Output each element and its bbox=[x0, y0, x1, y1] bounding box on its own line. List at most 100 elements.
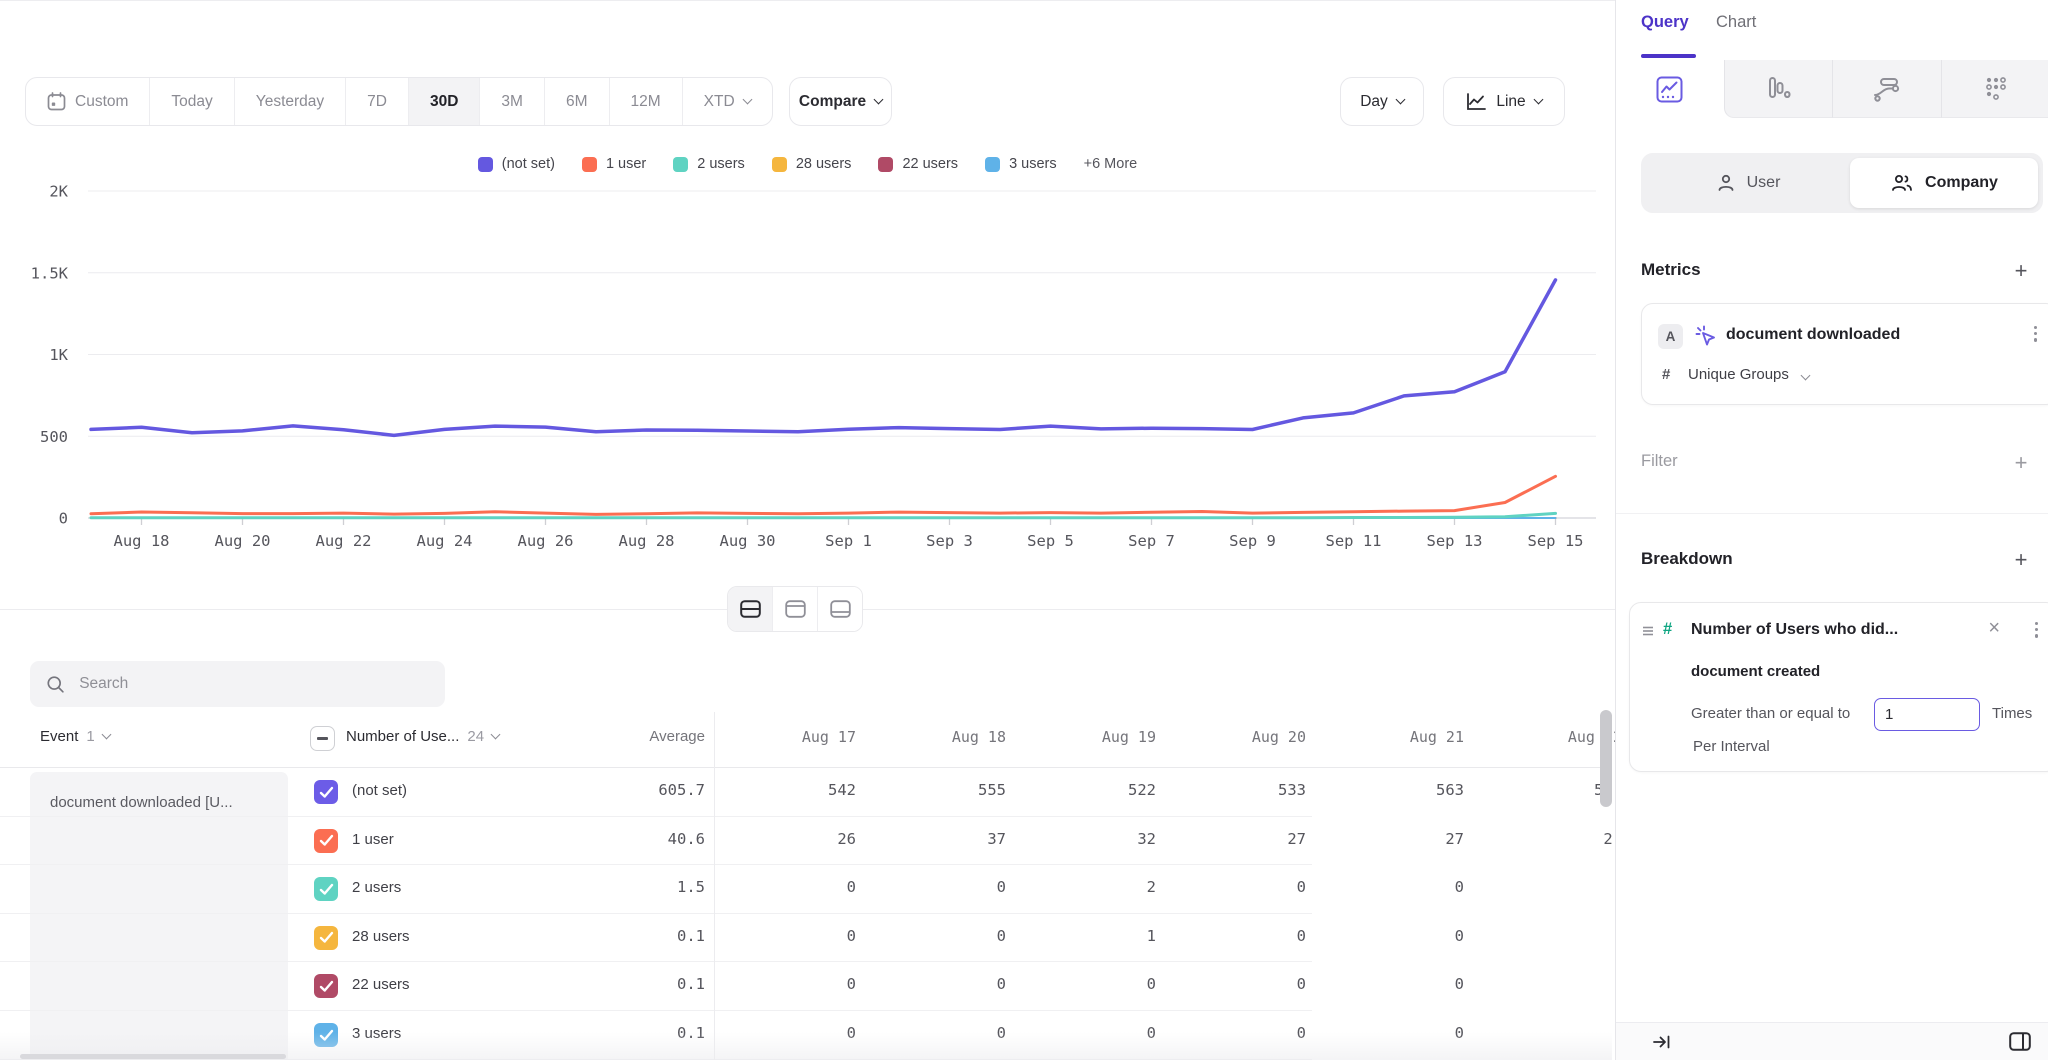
average-cell: 0.1 bbox=[560, 927, 705, 945]
x-axis-label: Sep 1 bbox=[825, 532, 872, 550]
date-range-label: 6M bbox=[566, 93, 588, 111]
event-column-header[interactable]: Event 1 bbox=[40, 728, 110, 745]
close-icon[interactable]: × bbox=[1988, 617, 2000, 640]
drag-handle-icon[interactable] bbox=[1641, 624, 1655, 638]
vertical-scrollbar[interactable] bbox=[1600, 710, 1612, 807]
series-checkbox[interactable] bbox=[314, 877, 338, 901]
x-axis-label: Sep 11 bbox=[1326, 532, 1382, 550]
breakdown-menu-icon[interactable] bbox=[2035, 622, 2038, 638]
breakdown-card[interactable]: # Number of Users who did... × document … bbox=[1629, 602, 2048, 772]
legend-item[interactable]: 2 users bbox=[673, 156, 745, 172]
search-box[interactable] bbox=[30, 661, 445, 707]
legend-label: 2 users bbox=[697, 156, 745, 172]
tab-query[interactable]: Query bbox=[1641, 13, 1689, 32]
number-property-icon: # bbox=[1663, 620, 1672, 639]
value-cell: 522 bbox=[1020, 781, 1156, 799]
average-cell: 0.1 bbox=[560, 975, 705, 993]
column-header-date[interactable]: Aug 17 bbox=[715, 728, 856, 746]
measure-prefix: # bbox=[1662, 366, 1670, 383]
company-label: Company bbox=[1925, 174, 1998, 192]
add-filter-button[interactable]: + bbox=[2008, 450, 2034, 476]
collapse-panel-icon[interactable] bbox=[1652, 1033, 1672, 1051]
line-chart[interactable]: 05001K1.5K2KAug 18Aug 20Aug 22Aug 24Aug … bbox=[0, 180, 1615, 560]
compare-button[interactable]: Compare bbox=[789, 77, 892, 126]
legend-item[interactable]: 22 users bbox=[878, 156, 958, 172]
breakdown-times-input[interactable] bbox=[1874, 698, 1980, 731]
chevron-down-icon bbox=[491, 730, 501, 740]
chart-type-tab-line[interactable] bbox=[1616, 60, 1724, 118]
audience-option-company[interactable]: Company bbox=[1850, 158, 2038, 208]
column-header-date[interactable]: Aug 18 bbox=[870, 728, 1006, 746]
x-axis-label: Aug 28 bbox=[619, 532, 675, 550]
value-cell: 0 bbox=[870, 878, 1006, 896]
date-range-xtd[interactable]: XTD bbox=[682, 78, 772, 125]
breakdown-heading: Breakdown bbox=[1641, 549, 1733, 569]
value-cell: 0 bbox=[715, 927, 856, 945]
legend-swatch bbox=[772, 157, 787, 172]
chart-type-tab-more[interactable] bbox=[1941, 60, 2048, 118]
metric-menu-icon[interactable] bbox=[2034, 326, 2037, 342]
date-range-yesterday[interactable]: Yesterday bbox=[234, 78, 345, 125]
interval-button[interactable]: Day bbox=[1340, 77, 1424, 126]
column-header-date[interactable]: Aug 19 bbox=[1020, 728, 1156, 746]
legend-item[interactable]: 28 users bbox=[772, 156, 852, 172]
query-panel: Query Chart bbox=[1615, 0, 2048, 1060]
add-metric-button[interactable]: + bbox=[2008, 258, 2034, 284]
x-axis-label: Sep 5 bbox=[1027, 532, 1074, 550]
chart-type-tabs bbox=[1616, 60, 2048, 118]
calendar-icon bbox=[47, 92, 66, 111]
series-checkbox[interactable] bbox=[314, 1023, 338, 1047]
series-column-header[interactable]: Number of Use... 24 bbox=[346, 728, 499, 745]
column-header-date[interactable]: Aug 20 bbox=[1170, 728, 1306, 746]
date-range-30d[interactable]: 30D bbox=[408, 78, 479, 125]
tab-chart[interactable]: Chart bbox=[1716, 13, 1756, 32]
app-window: CustomTodayYesterday7D30D3M 6M 12MXTD Comp… bbox=[0, 0, 2048, 1060]
y-axis-label: 1.5K bbox=[31, 264, 69, 282]
value-cell: 0 bbox=[715, 1024, 856, 1042]
date-range-12m[interactable]: 12M bbox=[609, 78, 682, 125]
series-line-1-user[interactable] bbox=[91, 476, 1556, 514]
legend-more[interactable]: +6 More bbox=[1084, 156, 1138, 172]
series-checkbox[interactable] bbox=[314, 829, 338, 853]
value-cell: 26 bbox=[1478, 830, 1612, 848]
date-range-custom[interactable]: Custom bbox=[26, 78, 149, 125]
add-breakdown-button[interactable]: + bbox=[2008, 547, 2034, 573]
audience-toggle: User Company bbox=[1641, 153, 2043, 213]
series-checkbox[interactable] bbox=[314, 926, 338, 950]
column-header-average[interactable]: Average bbox=[560, 728, 705, 745]
date-range-7d[interactable]: 7D bbox=[345, 78, 408, 125]
chart-type-button[interactable]: Line bbox=[1443, 77, 1565, 126]
value-cell: 27 bbox=[1170, 830, 1306, 848]
horizontal-scrollbar[interactable] bbox=[20, 1054, 286, 1059]
legend-item[interactable]: 1 user bbox=[582, 156, 646, 172]
value-cell: 27 bbox=[1320, 830, 1464, 848]
measure-dropdown[interactable]: Unique Groups bbox=[1688, 366, 1809, 383]
series-line--not-set-[interactable] bbox=[91, 280, 1556, 436]
date-range-3m[interactable]: 3M bbox=[479, 78, 544, 125]
date-range-6m[interactable]: 6M bbox=[544, 78, 609, 125]
layout-chart-only-button[interactable] bbox=[772, 587, 817, 631]
interval-label: Day bbox=[1360, 93, 1388, 111]
series-checkbox[interactable] bbox=[314, 974, 338, 998]
chart-type-tab-flow[interactable] bbox=[1832, 60, 1941, 118]
value-cell: 0 bbox=[1170, 927, 1306, 945]
series-checkbox[interactable] bbox=[314, 780, 338, 804]
average-cell: 40.6 bbox=[560, 830, 705, 848]
chart-type-tab-bar[interactable] bbox=[1724, 60, 1833, 118]
select-all-checkbox[interactable] bbox=[310, 726, 335, 751]
layout-table-only-button[interactable] bbox=[817, 587, 862, 631]
date-range-today[interactable]: Today bbox=[149, 78, 233, 125]
value-cell: 0 bbox=[870, 975, 1006, 993]
toggle-right-panel-icon[interactable] bbox=[2009, 1032, 2031, 1051]
layout-split-button[interactable] bbox=[728, 587, 772, 631]
legend-item[interactable]: 3 users bbox=[985, 156, 1057, 172]
section-divider bbox=[1616, 513, 2048, 514]
table-row: 22 users0.1000000 bbox=[0, 962, 1312, 1011]
legend-item[interactable]: (not set) bbox=[478, 156, 555, 172]
audience-option-user[interactable]: User bbox=[1646, 158, 1850, 208]
column-header-date[interactable]: Aug 21 bbox=[1320, 728, 1464, 746]
metric-card[interactable]: A document downloaded # Unique Groups bbox=[1641, 303, 2048, 405]
table-header: Event 1 Number of Use... 24 Average Aug 1… bbox=[0, 712, 1612, 768]
value-cell: 37 bbox=[870, 830, 1006, 848]
search-input[interactable] bbox=[79, 675, 429, 693]
